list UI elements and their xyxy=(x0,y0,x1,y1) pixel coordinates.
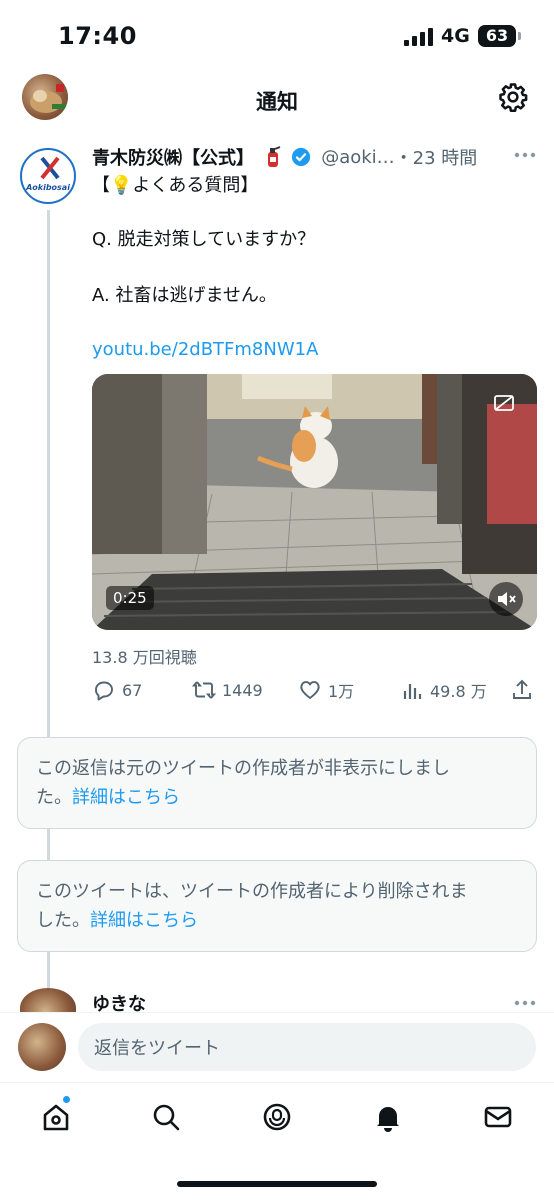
retweet-count: 1449 xyxy=(222,680,263,700)
reply-input[interactable]: 返信をツイート xyxy=(78,1023,536,1071)
more-options-icon[interactable] xyxy=(514,1000,536,1006)
tweet-time: ・23 時間 xyxy=(394,148,478,169)
learn-more-link[interactable]: 詳細はこちら xyxy=(90,910,198,931)
analytics-icon xyxy=(403,684,422,699)
video-player[interactable]: 0:25 xyxy=(92,374,537,630)
new-content-dot xyxy=(62,1095,71,1104)
hidden-reply-notice: この返信は元のツイートの作成者が非表示にしまし た。詳細はこちら xyxy=(17,737,537,829)
heart-icon xyxy=(300,681,320,699)
reply-button[interactable]: 67 xyxy=(92,675,142,705)
spaces-icon[interactable] xyxy=(261,1101,293,1133)
header: 通知 xyxy=(0,70,554,128)
messages-icon[interactable] xyxy=(482,1101,514,1133)
retweet-button[interactable]: 1449 xyxy=(192,675,263,705)
speaker-muted-icon xyxy=(498,592,516,606)
video-duration: 0:25 xyxy=(106,586,154,610)
notifications-icon[interactable] xyxy=(372,1101,404,1133)
signal-icon xyxy=(404,28,433,46)
share-icon xyxy=(513,679,531,699)
tweet-text-line1: 【💡よくある質問】 xyxy=(92,175,259,196)
retweet-icon xyxy=(192,681,216,699)
tweet-text-line2: Q. 脱走対策していますか？ xyxy=(92,229,316,250)
analytics-button[interactable]: 49.8 万 xyxy=(400,675,487,705)
more-options-icon[interactable] xyxy=(514,152,536,158)
status-bar: 17:40 4G 63 xyxy=(0,0,554,70)
home-icon[interactable] xyxy=(40,1101,72,1133)
fire-extinguisher-icon xyxy=(267,146,281,167)
battery-icon: 63 xyxy=(478,25,521,47)
learn-more-link[interactable]: 詳細はこちら xyxy=(72,787,180,808)
tweet-link[interactable]: youtu.be/2dBTFm8NW1A xyxy=(92,338,318,362)
home-indicator xyxy=(177,1181,377,1187)
reply-icon xyxy=(95,681,113,701)
video-frame xyxy=(92,374,537,630)
captions-icon[interactable] xyxy=(492,391,516,415)
gear-icon[interactable] xyxy=(498,82,528,112)
author-avatar[interactable]: Aokibosai xyxy=(20,148,76,204)
logo-text: Aokibosai xyxy=(26,183,70,192)
reply-count: 67 xyxy=(122,680,143,700)
tweet-actions: 67 1449 1万 49.8 万 xyxy=(92,675,537,705)
view-count: 13.8 万回視聴 xyxy=(92,648,197,667)
reply-bar: 返信をツイート xyxy=(0,1012,554,1082)
like-button[interactable]: 1万 xyxy=(298,675,354,705)
deleted-tweet-notice: このツイートは、ツイートの作成者により削除されま した。詳細はこちら xyxy=(17,860,537,952)
page-title: 通知 xyxy=(256,90,298,114)
notice-text-2: た。 xyxy=(36,787,72,808)
analytics-count: 49.8 万 xyxy=(430,682,487,701)
tweet-header: 青木防災㈱【公式】 @aoki…・23 時間 xyxy=(92,144,478,170)
logo-icon xyxy=(40,156,60,180)
status-time: 17:40 xyxy=(58,22,137,50)
tweet-text-line3: A. 社畜は逃げません。 xyxy=(92,285,277,306)
like-count: 1万 xyxy=(328,682,355,701)
notice-text: この返信は元のツイートの作成者が非表示にしまし xyxy=(36,758,450,779)
thread-line xyxy=(47,210,50,1110)
share-button[interactable] xyxy=(510,675,540,705)
notice-text-2: した。 xyxy=(36,910,90,931)
search-icon[interactable] xyxy=(150,1101,182,1133)
notice-text: このツイートは、ツイートの作成者により削除されま xyxy=(36,881,468,902)
verified-badge-icon xyxy=(292,147,311,167)
network-type: 4G xyxy=(441,25,470,47)
mute-button[interactable] xyxy=(489,582,523,616)
author-handle[interactable]: @aoki… xyxy=(321,147,394,168)
author-name[interactable]: 青木防災㈱【公式】 xyxy=(92,144,254,170)
my-avatar xyxy=(18,1023,66,1071)
